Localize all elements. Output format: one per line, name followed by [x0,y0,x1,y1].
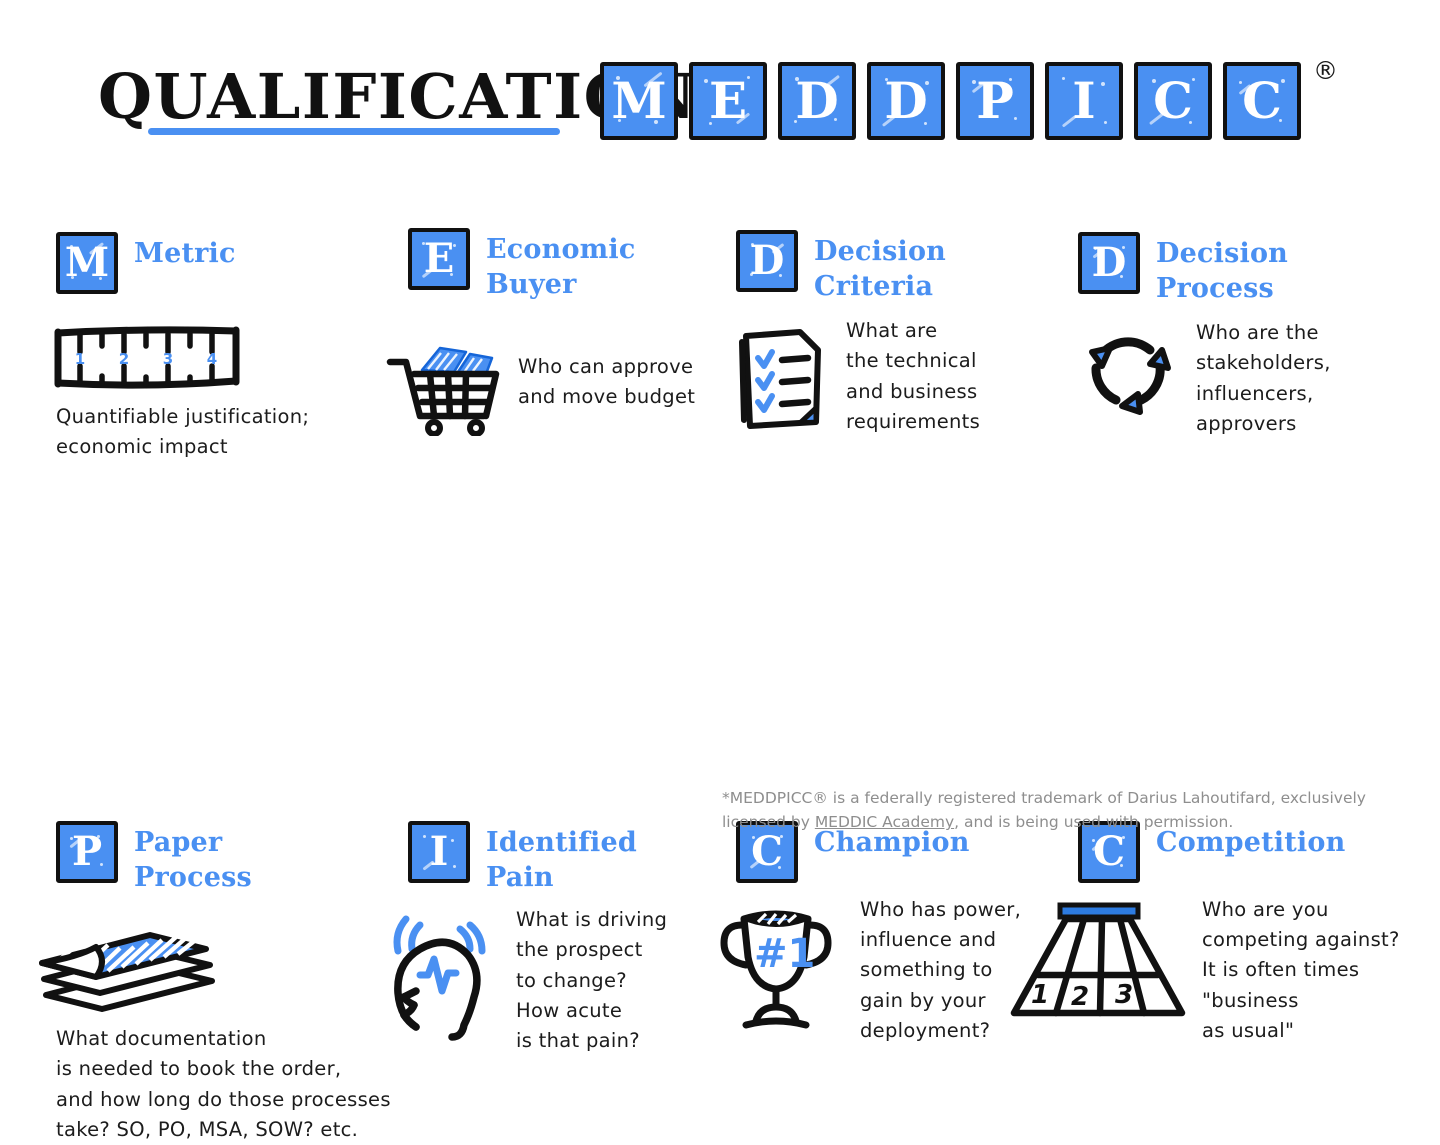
card-economic-buyer: E Economic Buyer Who can approve and mov… [386,228,708,440]
card-competition: C Competition 1 2 3 Who are you competin… [1010,821,1428,1046]
header-tile-i: I [1045,62,1123,140]
card-header: D Decision Criteria [736,230,1036,304]
tile-letter: E [708,71,748,130]
ruler-tick-4: 4 [207,350,217,368]
card-row-top: M Metric 1 2 3 4 Quantifiable justificat… [0,218,1440,513]
card-body-text: What are the technical and business requ… [846,319,981,433]
card-title: Economic Buyer [486,234,636,300]
tile-letter: C [1153,71,1193,130]
checklist-document-icon [738,322,826,436]
tile-letter: D [749,237,785,284]
card-body-text: Who has power, influence and something t… [860,898,1022,1042]
tile-letter: I [429,828,449,875]
ruler-tick-2: 2 [119,350,129,368]
tile-letter: D [884,71,928,130]
shopping-cart-icon [386,326,504,440]
head-pain-icon [386,905,496,1049]
card-body-text: Quantifiable justification; economic imp… [56,405,310,459]
card-tile-e: E [408,228,470,290]
card-body-text: Who are the stakeholders, influencers, a… [1196,321,1331,435]
card-body-text: Who are you competing against? It is oft… [1202,898,1400,1042]
track-lane-2: 2 [1071,982,1089,1012]
card-tile-d-process: D [1078,232,1140,294]
title-underline [148,128,560,135]
card-decision-criteria: D Decision Criteria What are the technic… [736,230,1036,437]
header-tile-e: E [689,62,767,140]
tile-letter: I [1072,71,1096,130]
card-tile-m: M [56,232,118,294]
tile-letter: M [64,239,110,286]
header-tile-d1: D [778,62,856,140]
track-lane-3: 3 [1115,980,1133,1010]
header-tile-c2: C [1223,62,1301,140]
running-track-icon: 1 2 3 [1008,897,1188,1031]
card-title: Decision Criteria [814,236,946,302]
ruler-tick-3: 3 [163,350,173,368]
tile-letter: C [1242,71,1282,130]
header-tile-p: P [956,62,1034,140]
card-content: Who can approve and move budget [386,326,708,440]
card-title: Decision Process [1156,238,1288,304]
card-title: Metric [134,238,236,269]
card-tile-i: I [408,821,470,883]
cycle-arrows-icon [1078,322,1178,426]
meddic-academy-link[interactable]: MEDDIC Academy [815,813,954,831]
tile-letter: P [976,71,1014,130]
card-content: What are the technical and business requ… [736,319,1036,437]
card-identified-pain: I Identified Pain What is driving the pr… [393,821,698,1056]
tile-letter: M [611,71,667,130]
tile-letter: C [751,828,783,875]
tile-letter: C [1093,828,1125,875]
tile-letter: D [795,71,839,130]
tile-letter: E [423,235,455,282]
card-content: Who are the stakeholders, influencers, a… [1078,321,1398,439]
card-content: #1 Who has power, influence and somethin… [720,895,1026,1046]
card-title: Paper Process [134,827,252,893]
card-tile-d-criteria: D [736,230,798,292]
card-decision-process: D Decision Process Who are the stakehold… [1078,232,1398,439]
card-content: What is driving the prospect to change? … [393,905,698,1056]
card-tile-p: P [56,821,118,883]
meddpicc-tile-row: M E D D P I C C [600,62,1301,140]
card-header: I Identified Pain [408,821,698,895]
header: QUALIFICATION M E D D P I C C ® [0,0,1440,175]
card-content: 1 2 3 Who are you competing against? It … [1010,897,1428,1046]
tile-letter: D [1091,239,1127,286]
card-header: D Decision Process [1078,232,1398,306]
trophy-label: #1 [754,931,815,977]
track-lane-1: 1 [1031,980,1049,1010]
header-tile-d2: D [867,62,945,140]
ruler-icon: 1 2 3 4 [52,322,386,398]
trophy-icon: #1 [712,895,840,1039]
trademark-footnote: *MEDDPICC® is a federally registered tra… [722,786,1402,835]
card-champion: C Champion #1 Who has power, influence a… [720,821,1026,1046]
card-body-text: Who can approve and move budget [518,355,696,409]
card-row-bottom: P Paper Process What documentation is ne… [0,513,1440,1141]
card-metric: M Metric 1 2 3 4 Quantifiable justificat… [54,232,386,462]
header-tile-c1: C [1134,62,1212,140]
card-header: M Metric [56,232,386,294]
card-header: P Paper Process [56,821,456,895]
card-body-text: What is driving the prospect to change? … [516,908,668,1052]
ruler-tick-1: 1 [75,350,85,368]
tile-letter: P [71,828,103,875]
meddpicc-card-grid: M Metric 1 2 3 4 Quantifiable justificat… [0,218,1440,1141]
registered-trademark-icon: ® [1313,56,1338,85]
header-tile-m: M [600,62,678,140]
card-header: E Economic Buyer [408,228,708,302]
card-title: Identified Pain [486,827,637,893]
